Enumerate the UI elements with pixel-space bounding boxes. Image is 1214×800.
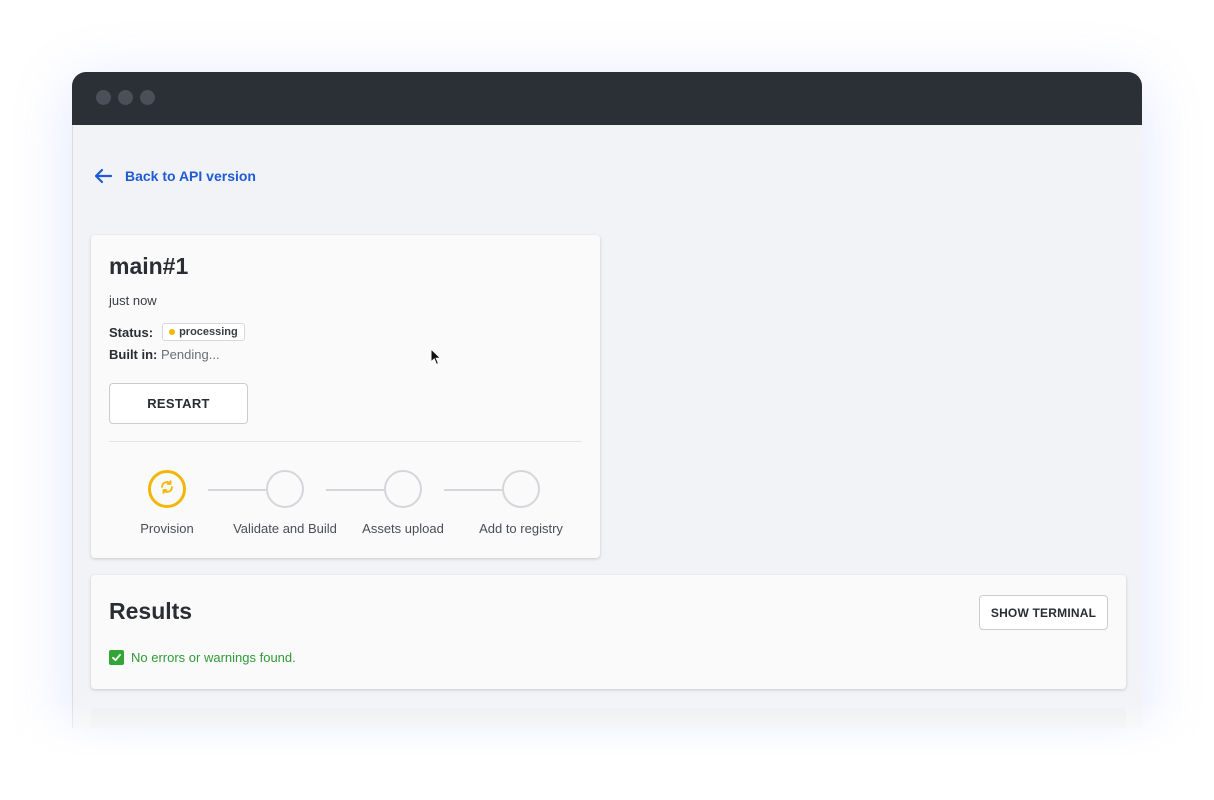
arrow-left-icon <box>93 168 113 184</box>
status-badge: processing <box>162 323 245 341</box>
sync-icon <box>158 478 176 501</box>
window-close-dot[interactable] <box>96 90 111 105</box>
restart-button[interactable]: RESTART <box>109 383 248 424</box>
mouse-pointer-icon <box>430 347 442 371</box>
step-registry-circle <box>502 470 540 508</box>
results-message: No errors or warnings found. <box>109 650 296 665</box>
step-connector <box>208 489 266 491</box>
window-maximize-dot[interactable] <box>140 90 155 105</box>
browser-window: Back to API version main#1 just now Stat… <box>72 72 1142 728</box>
window-titlebar <box>72 72 1142 125</box>
show-terminal-button[interactable]: SHOW TERMINAL <box>979 595 1108 630</box>
next-card-edge <box>91 708 1126 728</box>
results-title: Results <box>109 598 193 624</box>
step-provision-circle <box>148 470 186 508</box>
checkbox-check-icon <box>109 650 124 665</box>
divider <box>109 441 582 442</box>
status-value: processing <box>179 326 238 338</box>
screenshot-stage: Back to API version main#1 just now Stat… <box>0 0 1214 800</box>
step-registry-label: Add to registry <box>479 521 563 536</box>
results-card: Results SHOW TERMINAL No errors or warni… <box>91 575 1126 689</box>
status-dot-icon <box>169 329 176 335</box>
status-label: Status: <box>109 324 154 340</box>
back-to-api-version-link[interactable]: Back to API version <box>93 165 256 187</box>
step-connector <box>444 489 502 491</box>
built-in-value: Pending... <box>161 347 220 362</box>
step-connector <box>326 489 384 491</box>
built-in-label: Built in: <box>109 347 158 362</box>
results-message-text: No errors or warnings found. <box>131 650 296 665</box>
build-title: main#1 <box>109 253 189 279</box>
step-assets-circle <box>384 470 422 508</box>
status-row: Status: processing <box>109 323 245 341</box>
build-stepper: Provision Validate and Build Assets uplo… <box>91 463 600 553</box>
step-validate-circle <box>266 470 304 508</box>
build-timestamp: just now <box>109 293 157 308</box>
built-in-row: Built in: Pending... <box>109 347 220 362</box>
window-minimize-dot[interactable] <box>118 90 133 105</box>
page-content: Back to API version main#1 just now Stat… <box>72 125 1142 728</box>
build-card: main#1 just now Status: processing Built… <box>91 235 600 558</box>
back-link-label: Back to API version <box>125 168 256 184</box>
